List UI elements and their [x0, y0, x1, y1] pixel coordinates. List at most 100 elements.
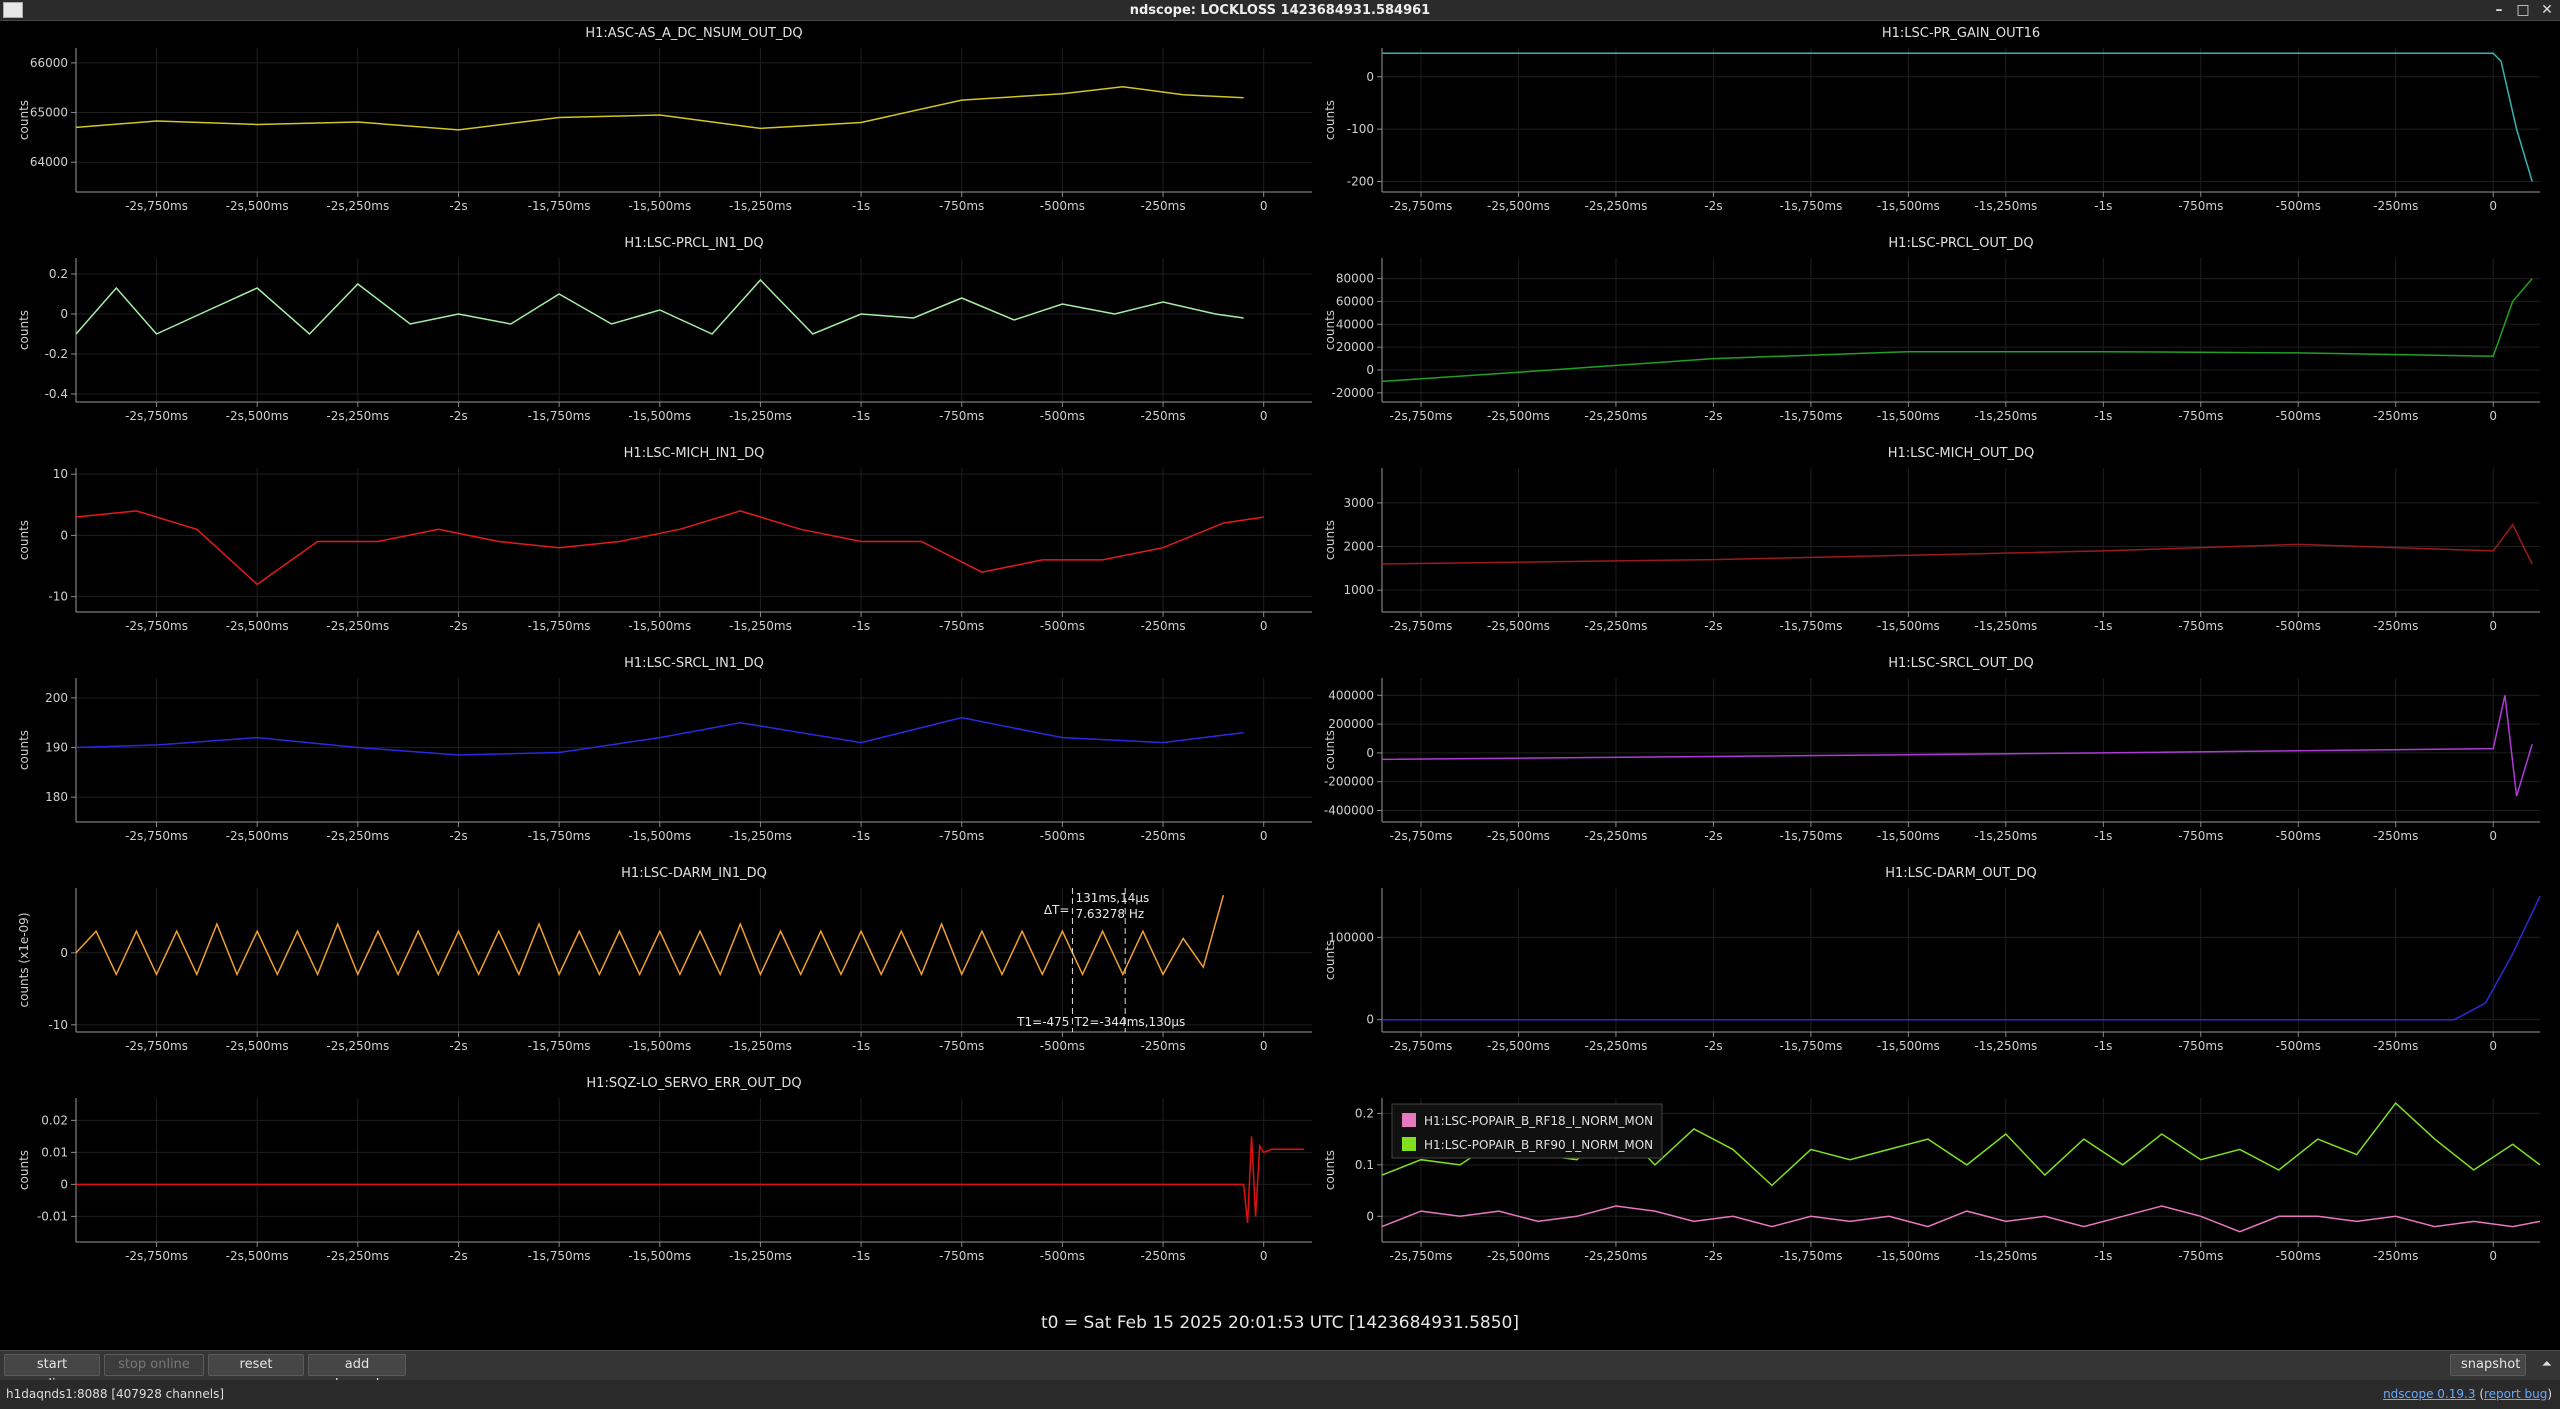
- h1-lsc-srcl-in1-dq-ytick-label: 180: [45, 790, 68, 804]
- h1-lsc-darm-out-dq-xtick-label: 0: [2489, 1039, 2497, 1053]
- h1-lsc-pr-gain-out16-ytick-label: -100: [1347, 122, 1374, 136]
- h1-lsc-pr-gain-out16-xtick-label: -2s,250ms: [1584, 199, 1647, 213]
- h1-lsc-prcl-out-dq-xtick-label: 0: [2489, 409, 2497, 423]
- h1-lsc-mich-out-dq-ytick-label: 3000: [1343, 496, 1374, 510]
- h1-sqz-lo-servo-err-out-dq-xtick-label: -750ms: [939, 1249, 984, 1263]
- h1-lsc-prcl-out-dq-ytick-label: 60000: [1336, 294, 1374, 308]
- h1-lsc-prcl-in1-dq-xtick-label: -2s,250ms: [326, 409, 389, 423]
- h1-lsc-mich-out-dq-xtick-label: -1s,250ms: [1974, 619, 2037, 633]
- plot-xtick-label: -750ms: [2178, 1249, 2223, 1263]
- h1-sqz-lo-servo-err-out-dq-xtick-label: -250ms: [1140, 1249, 1185, 1263]
- h1-lsc-mich-out-dq-xtick-label: -2s: [1704, 619, 1722, 633]
- h1-lsc-mich-out-dq-xtick-label: -2s,250ms: [1584, 619, 1647, 633]
- h1-lsc-srcl-out-dq-xtick-label: 0: [2489, 829, 2497, 843]
- plot-xtick-label: -1s: [2094, 1249, 2112, 1263]
- h1-lsc-pr-gain-out16-xtick-label: -1s,500ms: [1877, 199, 1940, 213]
- h1-lsc-darm-out-dq-xtick-label: -750ms: [2178, 1039, 2223, 1053]
- h1-lsc-srcl-in1-dq-xtick-label: -500ms: [1040, 829, 1085, 843]
- cursor-dt-value: 131ms,14µs: [1075, 891, 1149, 905]
- h1-lsc-darm-in1-dq-xtick-label: -750ms: [939, 1039, 984, 1053]
- h1-lsc-prcl-out-dq-xtick-label: -1s,750ms: [1779, 409, 1842, 423]
- h1-lsc-darm-in1-dq-ytick-label: 0: [60, 946, 68, 960]
- bottom-toolbar: start online stop online reset add chann…: [0, 1350, 2560, 1392]
- h1-lsc-srcl-out-dq-xtick-label: -2s,500ms: [1487, 829, 1550, 843]
- h1-lsc-darm-in1-dq-title: H1:LSC-DARM_IN1_DQ: [621, 866, 767, 881]
- h1-lsc-prcl-out-dq-ytick-label: 20000: [1336, 340, 1374, 354]
- cursor-t1-label: T1=-475: [1016, 1015, 1069, 1029]
- h1-lsc-mich-in1-dq-xtick-label: -2s: [449, 619, 467, 633]
- h1-lsc-srcl-in1-dq-xtick-label: -250ms: [1140, 829, 1185, 843]
- h1-sqz-lo-servo-err-out-dq-xtick-label: -2s,500ms: [226, 1249, 289, 1263]
- h1-lsc-darm-in1-dq-xtick-label: -1s,500ms: [628, 1039, 691, 1053]
- h1-lsc-pr-gain-out16-xtick-label: -2s,500ms: [1487, 199, 1550, 213]
- h1-lsc-mich-out-dq-xtick-label: -1s,750ms: [1779, 619, 1842, 633]
- h1-sqz-lo-servo-err-out-dq-ytick-label: 0: [60, 1177, 68, 1191]
- h1-lsc-darm-out-dq-xtick-label: -2s,250ms: [1584, 1039, 1647, 1053]
- h1-lsc-darm-in1-dq-xtick-label: -1s: [852, 1039, 870, 1053]
- h1-lsc-mich-in1-dq-xtick-label: -500ms: [1040, 619, 1085, 633]
- h1-lsc-darm-out-dq-xtick-label: -2s,500ms: [1487, 1039, 1550, 1053]
- h1-asc-as-a-dc-nsum-out-dq-xtick-label: -1s,750ms: [528, 199, 591, 213]
- plot-legend-swatch: [1402, 1113, 1416, 1127]
- snapshot-button[interactable]: snapshot: [2450, 1354, 2526, 1376]
- h1-lsc-pr-gain-out16-xtick-label: 0: [2489, 199, 2497, 213]
- close-icon[interactable]: ✕: [2540, 2, 2554, 18]
- h1-lsc-mich-in1-dq-xtick-label: -1s: [852, 619, 870, 633]
- h1-sqz-lo-servo-err-out-dq-xtick-label: -1s,250ms: [729, 1249, 792, 1263]
- minimize-icon[interactable]: –: [2492, 2, 2506, 18]
- h1-lsc-darm-out-dq-ytick-label: 0: [1366, 1013, 1374, 1027]
- stop-online-button[interactable]: stop online: [104, 1354, 204, 1376]
- h1-lsc-prcl-out-dq-ytick-label: -20000: [1331, 386, 1374, 400]
- h1-lsc-srcl-out-dq-xtick-label: -750ms: [2178, 829, 2223, 843]
- collapse-icon[interactable]: ⏶: [2542, 1357, 2552, 1372]
- h1-lsc-srcl-in1-dq-xtick-label: -1s,250ms: [729, 829, 792, 843]
- h1-lsc-prcl-in1-dq-title: H1:LSC-PRCL_IN1_DQ: [624, 236, 763, 251]
- h1-lsc-prcl-out-dq-series: [1381, 278, 2533, 383]
- h1-lsc-prcl-in1-dq-xtick-label: -2s,750ms: [125, 409, 188, 423]
- h1-lsc-srcl-out-dq-xtick-label: -1s: [2094, 829, 2112, 843]
- h1-lsc-prcl-in1-dq-ytick-label: -0.2: [45, 347, 68, 361]
- server-status: h1daqnds1:8088 [407928 channels]: [6, 1387, 225, 1401]
- h1-lsc-srcl-out-dq-xtick-label: -1s,250ms: [1974, 829, 2037, 843]
- plot-legend-label: H1:LSC-POPAIR_B_RF90_I_NORM_MON: [1424, 1138, 1653, 1152]
- h1-asc-as-a-dc-nsum-out-dq-ytick-label: 64000: [30, 155, 68, 169]
- h1-asc-as-a-dc-nsum-out-dq-xtick-label: -750ms: [939, 199, 984, 213]
- h1-lsc-srcl-in1-dq-xtick-label: -2s,500ms: [226, 829, 289, 843]
- start-online-button[interactable]: start online: [4, 1354, 100, 1392]
- h1-asc-as-a-dc-nsum-out-dq-xtick-label: -1s: [852, 199, 870, 213]
- h1-lsc-pr-gain-out16-xtick-label: -250ms: [2373, 199, 2418, 213]
- h1-lsc-pr-gain-out16-xtick-label: -2s: [1704, 199, 1722, 213]
- reset-button[interactable]: reset: [208, 1354, 304, 1376]
- status-bar: h1daqnds1:8088 [407928 channels] ndscope…: [0, 1380, 2560, 1409]
- h1-lsc-darm-in1-dq-xtick-label: -1s,750ms: [528, 1039, 591, 1053]
- maximize-icon[interactable]: □: [2516, 2, 2530, 18]
- h1-lsc-mich-out-dq-title: H1:LSC-MICH_OUT_DQ: [1888, 446, 2035, 461]
- plot-xtick-label: -1s,500ms: [1877, 1249, 1940, 1263]
- h1-lsc-prcl-in1-dq-xtick-label: -500ms: [1040, 409, 1085, 423]
- h1-lsc-prcl-in1-dq-ytick-label: 0.2: [49, 267, 68, 281]
- plot-xtick-label: -250ms: [2373, 1249, 2418, 1263]
- plot-canvas[interactable]: H1:ASC-AS_A_DC_NSUM_OUT_DQ -2s,750ms -2s,5…: [0, 20, 2560, 1310]
- h1-lsc-prcl-out-dq-ytick-label: 80000: [1336, 272, 1374, 286]
- h1-lsc-darm-in1-dq-xtick-label: -2s,750ms: [125, 1039, 188, 1053]
- h1-lsc-srcl-out-dq-ytick-label: 200000: [1328, 717, 1374, 731]
- report-bug-link[interactable]: report bug: [2484, 1387, 2547, 1401]
- h1-sqz-lo-servo-err-out-dq-xtick-label: -500ms: [1040, 1249, 1085, 1263]
- h1-lsc-mich-in1-dq-xtick-label: -2s,750ms: [125, 619, 188, 633]
- h1-lsc-darm-in1-dq-xtick-label: -250ms: [1140, 1039, 1185, 1053]
- plot-grid[interactable]: H1:ASC-AS_A_DC_NSUM_OUT_DQ -2s,750ms -2s,5…: [0, 20, 2560, 1350]
- h1-sqz-lo-servo-err-out-dq-series: [76, 1136, 1304, 1223]
- h1-lsc-prcl-out-dq-xtick-label: -500ms: [2276, 409, 2321, 423]
- h1-lsc-srcl-in1-dq-ylabel: counts: [17, 730, 31, 770]
- h1-lsc-darm-out-dq-ylabel: counts: [1323, 940, 1337, 980]
- t0-label: t0 = Sat Feb 15 2025 20:01:53 UTC [14236…: [1041, 1313, 1519, 1333]
- h1-sqz-lo-servo-err-out-dq-xtick-label: -1s,750ms: [528, 1249, 591, 1263]
- h1-lsc-mich-out-dq-xtick-label: 0: [2489, 619, 2497, 633]
- h1-lsc-prcl-in1-dq-xtick-label: -2s: [449, 409, 467, 423]
- h1-lsc-prcl-out-dq-xtick-label: -1s: [2094, 409, 2112, 423]
- h1-lsc-srcl-out-dq-ytick-label: 400000: [1328, 688, 1374, 702]
- add-channels-button[interactable]: add channels: [308, 1354, 406, 1392]
- h1-lsc-srcl-out-dq-xtick-label: -2s,250ms: [1584, 829, 1647, 843]
- h1-lsc-prcl-out-dq-ytick-label: 0: [1366, 363, 1374, 377]
- version-link[interactable]: ndscope 0.19.3: [2383, 1387, 2475, 1401]
